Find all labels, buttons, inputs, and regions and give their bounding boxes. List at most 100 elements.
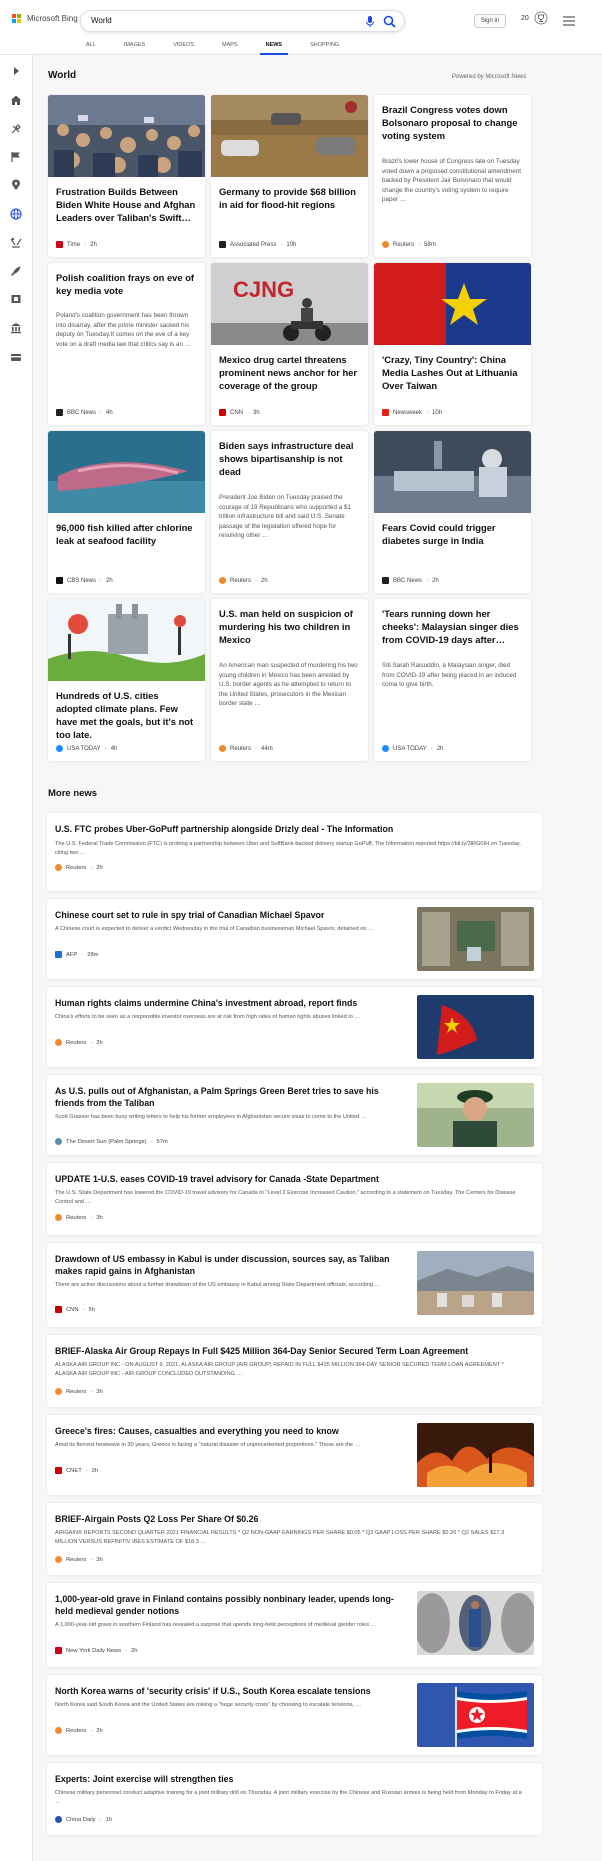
hospital-image: [374, 431, 531, 513]
news-list-item[interactable]: North Korea warns of 'security crisis' i…: [47, 1675, 542, 1755]
search-box[interactable]: World: [80, 10, 405, 32]
news-card[interactable]: Frustration Builds Between Biden White H…: [48, 95, 205, 257]
news-card[interactable]: Biden says infrastructure deal shows bip…: [211, 431, 368, 593]
source-logo-icon: [219, 745, 226, 752]
card-icon[interactable]: [10, 351, 22, 363]
more-news-title: More news: [48, 788, 98, 799]
source-name: CNN: [66, 1306, 79, 1313]
news-list-item[interactable]: U.S. FTC probes Uber-GoPuff partnership …: [47, 813, 542, 891]
rewards-points[interactable]: 20: [521, 15, 529, 22]
news-card[interactable]: Fears Covid could trigger diabetes surge…: [374, 431, 531, 593]
card-source: Newsweek · 10h: [382, 409, 442, 416]
news-card[interactable]: 96,000 fish killed after chlorine leak a…: [48, 431, 205, 593]
search-icon[interactable]: [383, 15, 396, 28]
tab-all[interactable]: ALL: [80, 40, 102, 55]
item-headline[interactable]: 1,000-year-old grave in Finland contains…: [55, 1593, 395, 1617]
item-headline[interactable]: BRIEF-Airgain Posts Q2 Loss Per Share Of…: [55, 1513, 525, 1525]
rewards-trophy-icon[interactable]: [534, 11, 548, 27]
card-headline[interactable]: Brazil Congress votes down Bolsonaro pro…: [382, 103, 522, 142]
card-headline[interactable]: Hundreds of U.S. cities adopted climate …: [56, 689, 196, 741]
item-headline[interactable]: North Korea warns of 'security crisis' i…: [55, 1685, 395, 1697]
card-headline[interactable]: U.S. man held on suspicion of murdering …: [219, 607, 359, 646]
news-list-item[interactable]: BRIEF-Airgain Posts Q2 Loss Per Share Of…: [47, 1503, 542, 1575]
card-headline[interactable]: 'Tears running down her cheeks': Malaysi…: [382, 607, 522, 646]
item-summary: There are active discussions about a fur…: [55, 1282, 381, 1288]
news-card[interactable]: Brazil Congress votes down Bolsonaro pro…: [374, 95, 531, 257]
source-logo-icon: [55, 951, 62, 958]
item-summary: Chinese military personnel conduct adapt…: [55, 1790, 522, 1805]
source-age: 2h: [90, 241, 97, 248]
item-source: Reuters · 3h: [55, 1214, 103, 1221]
card-headline[interactable]: Germany to provide $68 billion in aid fo…: [219, 185, 359, 211]
card-headline[interactable]: Polish coalition frays on eve of key med…: [56, 271, 196, 297]
card-headline[interactable]: Biden says infrastructure deal shows bip…: [219, 439, 359, 478]
source-logo-icon: [55, 1388, 62, 1395]
news-card[interactable]: Polish coalition frays on eve of key med…: [48, 263, 205, 425]
flag-icon[interactable]: [10, 151, 22, 163]
news-list-item[interactable]: BRIEF-Alaska Air Group Repays In Full $4…: [47, 1335, 542, 1407]
chevron-right-icon[interactable]: [10, 65, 22, 77]
source-name: Reuters: [66, 1039, 87, 1046]
news-card[interactable]: CJNG Mexico drug cartel threatens promin…: [211, 263, 368, 425]
microphone-icon[interactable]: [364, 15, 376, 28]
news-list-item[interactable]: Human rights claims undermine China's in…: [47, 987, 542, 1067]
bank-icon[interactable]: [10, 322, 22, 334]
item-source: CNET · 2h: [55, 1467, 98, 1474]
location-pin-icon[interactable]: [10, 179, 22, 191]
source-age: 3h: [253, 409, 260, 416]
news-list-item[interactable]: As U.S. pulls out of Afghanistan, a Palm…: [47, 1075, 542, 1155]
news-list-item[interactable]: Drawdown of US embassy in Kabul is under…: [47, 1243, 542, 1327]
kabul-thumbnail: [417, 1251, 534, 1315]
item-headline[interactable]: U.S. FTC probes Uber-GoPuff partnership …: [55, 823, 525, 835]
source-age: 1h: [105, 1816, 113, 1823]
card-headline[interactable]: Mexico drug cartel threatens prominent n…: [219, 353, 359, 392]
card-summary: An American man suspected of murdering h…: [219, 662, 358, 707]
item-source: AFP · 28m: [55, 951, 99, 958]
news-list-item[interactable]: Chinese court set to rule in spy trial o…: [47, 899, 542, 979]
source-logo-icon: [219, 241, 226, 248]
news-card[interactable]: Hundreds of U.S. cities adopted climate …: [48, 599, 205, 761]
source-name: China Daily: [66, 1816, 96, 1823]
sign-in-button[interactable]: Sign in: [474, 14, 506, 28]
news-list-item[interactable]: UPDATE 1-U.S. eases COVID-19 travel advi…: [47, 1163, 542, 1235]
item-headline[interactable]: UPDATE 1-U.S. eases COVID-19 travel advi…: [55, 1173, 525, 1185]
news-list-item[interactable]: Experts: Joint exercise will strengthen …: [47, 1763, 542, 1835]
rocket-icon[interactable]: [10, 265, 22, 277]
source-age: 10h: [432, 409, 443, 416]
news-card[interactable]: 'Crazy, Tiny Country': China Media Lashe…: [374, 263, 531, 425]
card-headline[interactable]: 96,000 fish killed after chlorine leak a…: [56, 521, 196, 547]
item-headline[interactable]: As U.S. pulls out of Afghanistan, a Palm…: [55, 1085, 395, 1109]
news-list-item[interactable]: 1,000-year-old grave in Finland contains…: [47, 1583, 542, 1667]
item-headline[interactable]: Experts: Joint exercise will strengthen …: [55, 1773, 525, 1785]
tools-icon[interactable]: [10, 123, 22, 135]
film-icon[interactable]: [10, 293, 22, 305]
card-source: CBS News · 2h: [56, 577, 113, 584]
menu-icon[interactable]: [563, 16, 575, 26]
gate-thumbnail: [417, 907, 534, 971]
item-headline[interactable]: Chinese court set to rule in spy trial o…: [55, 909, 395, 921]
item-headline[interactable]: Human rights claims undermine China's in…: [55, 997, 395, 1009]
globe-icon[interactable]: [10, 208, 22, 220]
source-age: 28m: [87, 951, 99, 958]
search-input[interactable]: World: [91, 16, 112, 25]
item-headline[interactable]: Greece's fires: Causes, casualties and e…: [55, 1425, 395, 1437]
bing-logo[interactable]: Microsoft Bing: [12, 14, 78, 23]
powered-by[interactable]: Powered by Microsoft News: [452, 74, 526, 80]
card-source: USA TODAY · 4h: [56, 745, 117, 752]
item-headline[interactable]: BRIEF-Alaska Air Group Repays In Full $4…: [55, 1345, 525, 1357]
home-icon[interactable]: [10, 94, 22, 106]
news-card[interactable]: 'Tears running down her cheeks': Malaysi…: [374, 599, 531, 761]
card-headline[interactable]: Frustration Builds Between Biden White H…: [56, 185, 196, 224]
tab-images[interactable]: IMAGES: [118, 40, 151, 55]
news-list-item[interactable]: Greece's fires: Causes, casualties and e…: [47, 1415, 542, 1495]
news-card[interactable]: Germany to provide $68 billion in aid fo…: [211, 95, 368, 257]
card-headline[interactable]: 'Crazy, Tiny Country': China Media Lashe…: [382, 353, 522, 392]
tab-news[interactable]: NEWS: [259, 40, 289, 55]
tab-videos[interactable]: VIDEOS: [167, 40, 200, 55]
card-headline[interactable]: Fears Covid could trigger diabetes surge…: [382, 521, 522, 547]
scales-icon[interactable]: [10, 236, 22, 248]
item-headline[interactable]: Drawdown of US embassy in Kabul is under…: [55, 1253, 395, 1277]
tab-maps[interactable]: MAPS: [216, 40, 244, 55]
news-card[interactable]: U.S. man held on suspicion of murdering …: [211, 599, 368, 761]
tab-shopping[interactable]: SHOPPING: [304, 40, 345, 55]
